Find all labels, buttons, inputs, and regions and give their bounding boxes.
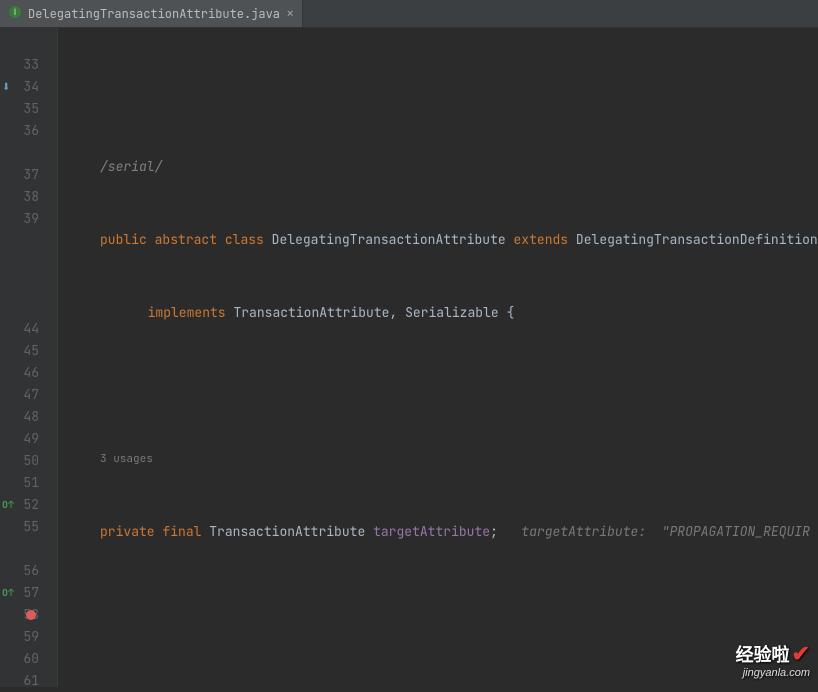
code-line[interactable]: private final TransactionAttribute targe…: [58, 521, 818, 543]
code-line[interactable]: [58, 594, 818, 616]
svg-text:I: I: [14, 7, 17, 17]
close-icon[interactable]: ×: [286, 7, 294, 21]
code-line[interactable]: implements TransactionAttribute, Seriali…: [58, 302, 818, 324]
java-interface-icon: I: [8, 5, 22, 23]
code-line[interactable]: [58, 650, 818, 672]
usages-hint[interactable]: 3 usages: [58, 448, 818, 470]
override-icon[interactable]: O↑: [0, 582, 30, 604]
editor: 33 ⬇34 35 36 37 38 39 44 45 46 47 48 49 …: [0, 28, 818, 687]
tab-filename: DelegatingTransactionAttribute.java: [28, 6, 280, 22]
code-line[interactable]: public abstract class DelegatingTransact…: [58, 229, 818, 251]
implements-icon[interactable]: ⬇: [0, 76, 30, 98]
code-area[interactable]: /serial/ public abstract class Delegatin…: [58, 28, 818, 687]
code-line[interactable]: [58, 375, 818, 397]
override-icon[interactable]: O↑: [0, 494, 30, 516]
tab-bar: I DelegatingTransactionAttribute.java ×: [0, 0, 818, 28]
code-line[interactable]: [58, 83, 818, 105]
code-line[interactable]: /serial/: [58, 156, 818, 178]
gutter[interactable]: 33 ⬇34 35 36 37 38 39 44 45 46 47 48 49 …: [0, 28, 58, 687]
file-tab[interactable]: I DelegatingTransactionAttribute.java ×: [0, 0, 303, 27]
